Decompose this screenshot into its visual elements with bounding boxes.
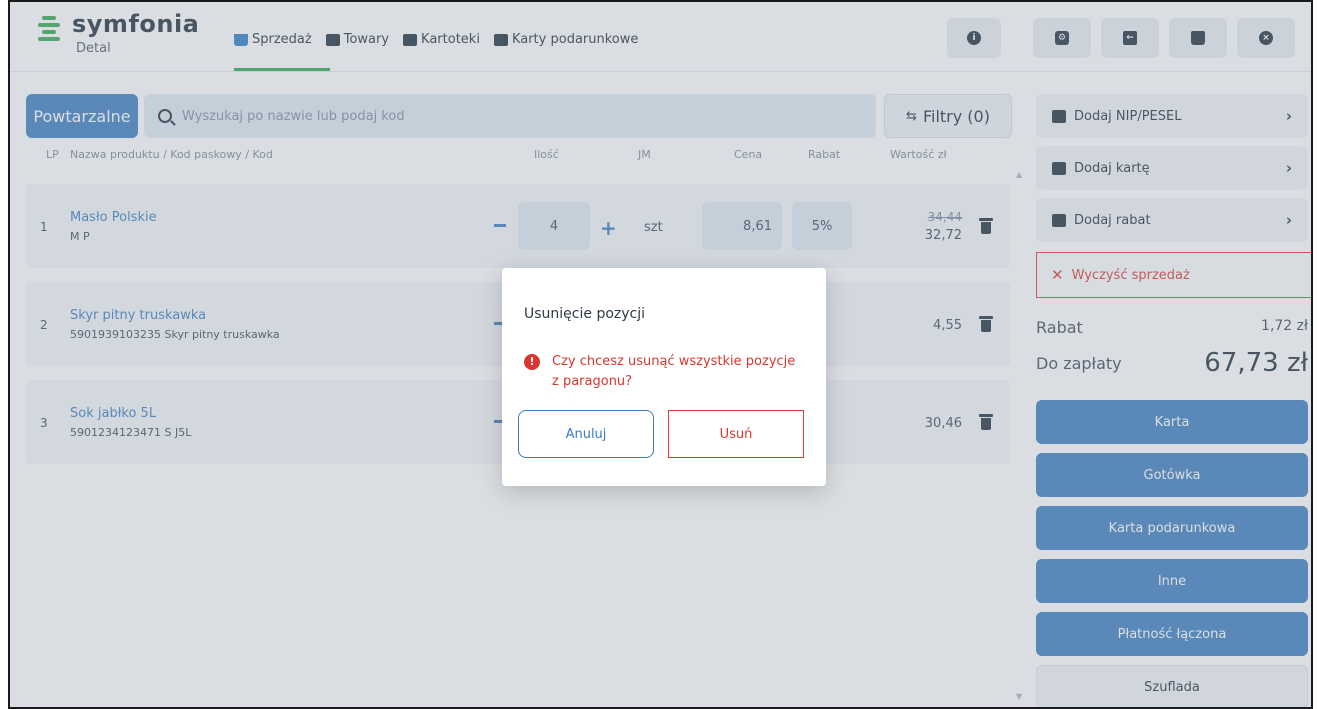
cancel-button[interactable]: Anuluj	[518, 410, 654, 458]
app-frame: symfonia Detal Sprzedaż Towary Kartoteki…	[8, 0, 1313, 709]
dialog-message-text: Czy chcesz usunąć wszystkie pozycje z pa…	[552, 354, 796, 389]
warning-icon: !	[524, 354, 540, 370]
delete-items-dialog: Usunięcie pozycji ! Czy chcesz usunąć ws…	[502, 268, 826, 486]
dialog-title: Usunięcie pozycji	[524, 306, 646, 322]
confirm-delete-button[interactable]: Usuń	[668, 410, 804, 458]
